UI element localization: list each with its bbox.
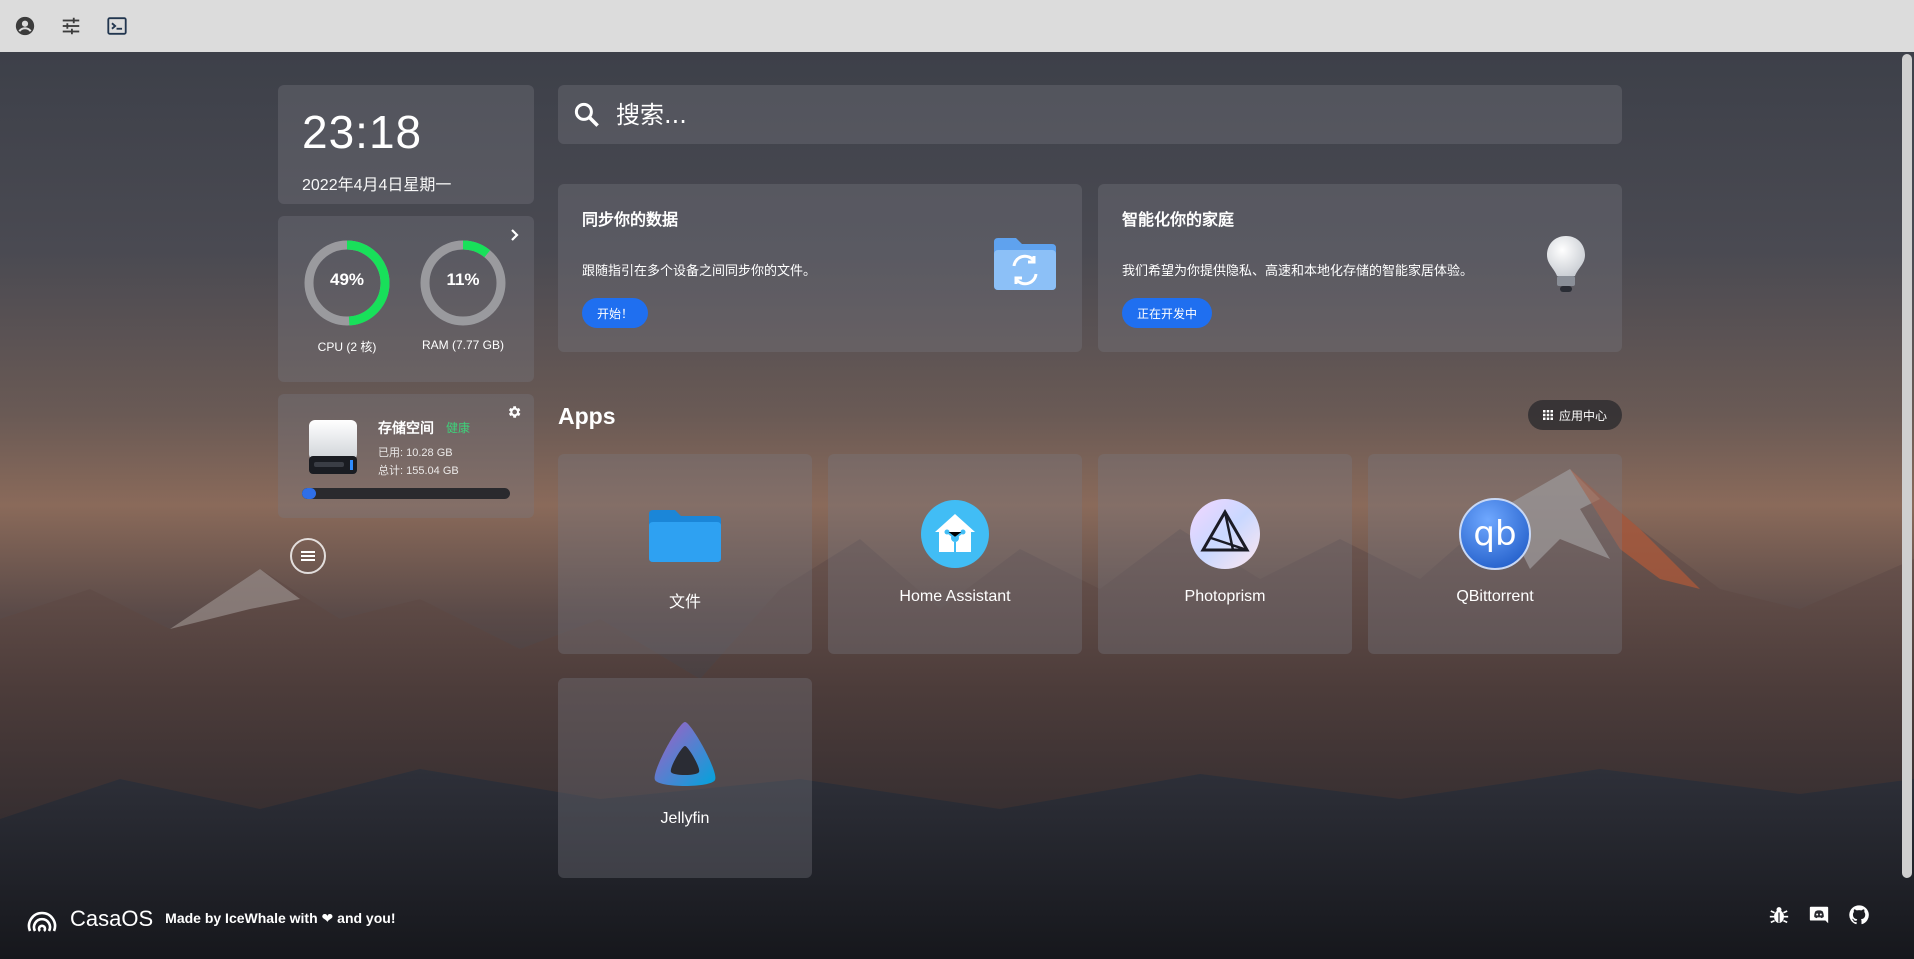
lightbulb-icon bbox=[1544, 234, 1588, 301]
grid-icon bbox=[1542, 410, 1553, 420]
hard-drive-icon bbox=[306, 418, 360, 476]
clock-date: 2022年4月4日星期一 bbox=[302, 177, 452, 194]
app-tile-home-assistant[interactable]: Home Assistant bbox=[828, 454, 1082, 654]
brand-name: CasaOS bbox=[70, 905, 154, 931]
system-usage-widget: 49% CPU (2 核) 11% RAM (7.77 GB) bbox=[278, 216, 534, 382]
app-store-button[interactable]: 应用中心 bbox=[1528, 400, 1622, 430]
footer: CasaOS Made by IceWhale with ❤ and you! bbox=[0, 878, 1914, 959]
gear-icon[interactable] bbox=[506, 404, 522, 425]
footer-links bbox=[1768, 904, 1870, 926]
storage-health-badge: 健康 bbox=[446, 421, 471, 435]
made-by-text: Made by IceWhale with ❤ and you! bbox=[165, 910, 395, 927]
ram-percent: 11% bbox=[446, 270, 480, 289]
sync-data-card: 同步你的数据 跟随指引在多个设备之间同步你的文件。 开始！ bbox=[558, 184, 1082, 352]
in-development-button[interactable]: 正在开发中 bbox=[1122, 298, 1213, 328]
heart-icon: ❤ bbox=[321, 910, 334, 926]
ram-gauge: 11% RAM (7.77 GB) bbox=[418, 238, 508, 352]
storage-total: 总计: 155.04 GB bbox=[378, 465, 459, 477]
folder-icon bbox=[649, 498, 721, 570]
github-icon[interactable] bbox=[1848, 904, 1870, 926]
qbittorrent-icon: qb bbox=[1459, 498, 1531, 570]
app-name: Home Assistant bbox=[899, 588, 1011, 605]
smart-home-card: 智能化你的家庭 我们希望为你提供隐私、高速和本地化存储的智能家居体验。 正在开发… bbox=[1098, 184, 1622, 352]
bug-icon[interactable] bbox=[1768, 904, 1790, 926]
card-title: 同步你的数据 bbox=[582, 212, 679, 229]
cpu-percent: 49% bbox=[329, 270, 365, 289]
search-icon bbox=[574, 102, 599, 127]
app-name: QBittorrent bbox=[1456, 588, 1534, 605]
storage-widget: 存储空间 健康 已用: 10.28 GB 总计: 155.04 GB bbox=[278, 394, 534, 518]
made-by-suffix: and you! bbox=[337, 910, 396, 926]
search-bar[interactable] bbox=[558, 85, 1622, 144]
card-description: 我们希望为你提供隐私、高速和本地化存储的智能家居体验。 bbox=[1122, 263, 1474, 278]
clock-widget: 23:18 2022年4月4日星期一 bbox=[278, 85, 534, 204]
page-scrollbar[interactable] bbox=[1902, 54, 1912, 878]
photoprism-icon bbox=[1189, 498, 1261, 570]
apps-heading: Apps bbox=[558, 403, 616, 429]
app-name: 文件 bbox=[668, 594, 701, 611]
storage-used: 已用: 10.28 GB bbox=[378, 447, 453, 459]
discord-icon[interactable] bbox=[1808, 904, 1830, 926]
menu-button[interactable] bbox=[290, 538, 326, 574]
clock-time: 23:18 bbox=[302, 106, 423, 158]
svg-text:qb: qb bbox=[1473, 514, 1516, 554]
app-name: Jellyfin bbox=[660, 810, 710, 827]
ram-label: RAM (7.77 GB) bbox=[421, 338, 505, 352]
jellyfin-icon bbox=[649, 720, 721, 792]
storage-title: 存储空间 bbox=[378, 420, 434, 436]
card-description: 跟随指引在多个设备之间同步你的文件。 bbox=[582, 263, 817, 278]
home-assistant-icon bbox=[919, 498, 991, 570]
account-icon[interactable] bbox=[12, 13, 38, 39]
cpu-gauge: 49% CPU (2 核) bbox=[302, 238, 392, 355]
start-sync-button[interactable]: 开始！ bbox=[582, 298, 649, 328]
top-toolbar bbox=[0, 0, 1914, 52]
app-tile-files[interactable]: 文件 bbox=[558, 454, 812, 654]
storage-usage-bar bbox=[302, 488, 510, 499]
chevron-right-icon[interactable] bbox=[508, 226, 522, 247]
search-input[interactable] bbox=[616, 100, 1516, 129]
terminal-icon[interactable] bbox=[104, 13, 130, 39]
app-store-label: 应用中心 bbox=[1558, 408, 1607, 423]
app-name: Photoprism bbox=[1184, 588, 1266, 605]
card-title: 智能化你的家庭 bbox=[1122, 212, 1235, 229]
casaos-logo-icon bbox=[26, 903, 58, 935]
storage-usage-fill bbox=[302, 488, 316, 499]
cpu-label: CPU (2 核) bbox=[317, 340, 377, 354]
sync-folder-icon bbox=[992, 236, 1058, 297]
app-tile-qbittorrent[interactable]: qb QBittorrent bbox=[1368, 454, 1622, 654]
settings-sliders-icon[interactable] bbox=[58, 13, 84, 39]
hamburger-icon bbox=[301, 551, 315, 561]
app-tile-photoprism[interactable]: Photoprism bbox=[1098, 454, 1352, 654]
app-tile-jellyfin[interactable]: Jellyfin bbox=[558, 678, 812, 878]
made-by-prefix: Made by IceWhale with bbox=[165, 910, 318, 926]
